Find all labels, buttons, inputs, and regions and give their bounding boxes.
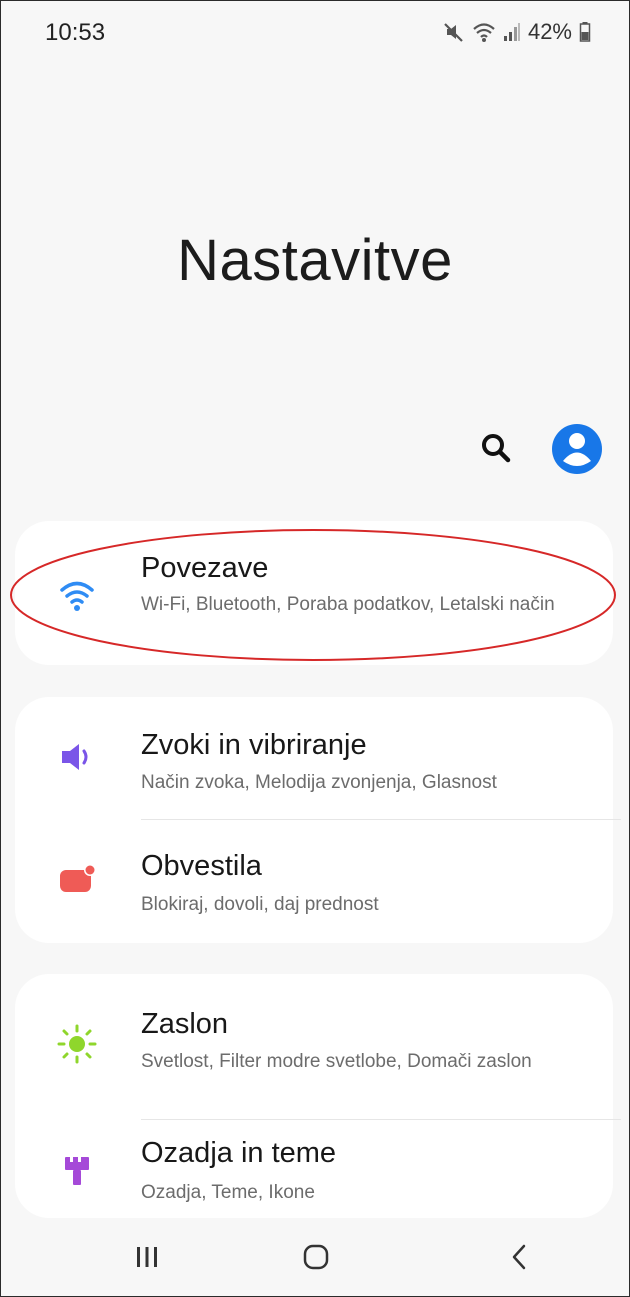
status-icons: 42%: [443, 19, 591, 45]
settings-item-themes[interactable]: Ozadja in teme Ozadja, Teme, Ikone: [15, 1120, 613, 1218]
search-icon: [482, 434, 511, 463]
connections-card: Povezave Wi-Fi, Bluetooth, Poraba podatk…: [15, 521, 613, 665]
volume-icon: [57, 737, 97, 777]
home-icon: [303, 1244, 329, 1270]
back-button[interactable]: [489, 1234, 549, 1280]
mute-icon: [443, 21, 465, 43]
phone-screen: 10:53 42% Nastavitve Povezave Wi-Fi, Blu…: [0, 0, 630, 1297]
settings-item-title: Ozadja in teme: [141, 1137, 337, 1169]
status-bar: 10:53 42%: [1, 19, 629, 55]
settings-item-sounds[interactable]: Zvoki in vibriranje Način zvoka, Melodij…: [15, 697, 613, 819]
settings-item-subtitle: Wi-Fi, Bluetooth, Poraba podatkov, Letal…: [141, 594, 555, 615]
settings-item-subtitle: Blokiraj, dovoli, daj prednost: [141, 894, 379, 915]
search-button[interactable]: [475, 427, 517, 469]
settings-item-subtitle: Svetlost, Filter modre svetlobe, Domači …: [141, 1051, 532, 1072]
settings-item-title: Zvoki in vibriranje: [141, 729, 367, 761]
recents-button[interactable]: [117, 1234, 177, 1280]
wifi-status-icon: [472, 21, 496, 43]
recents-icon: [137, 1247, 157, 1267]
settings-item-title: Zaslon: [141, 1008, 229, 1040]
back-icon: [512, 1244, 526, 1270]
navigation-bar: [1, 1220, 629, 1296]
settings-item-title: Obvestila: [141, 850, 262, 882]
brush-icon: [57, 1152, 97, 1192]
battery-text: 42%: [527, 19, 572, 44]
settings-item-subtitle: Način zvoka, Melodija zvonjenja, Glasnos…: [141, 772, 497, 793]
home-button[interactable]: [286, 1234, 346, 1280]
account-button[interactable]: [549, 421, 605, 477]
settings-item-notifications[interactable]: Obvestila Blokiraj, dovoli, daj prednost: [15, 820, 613, 943]
account-icon: [552, 424, 602, 474]
settings-item-display[interactable]: Zaslon Svetlost, Filter modre svetlobe, …: [15, 974, 613, 1094]
status-time: 10:53: [45, 19, 106, 46]
page-title: Nastavitve: [177, 228, 453, 293]
sound-notifications-card: Zvoki in vibriranje Način zvoka, Melodij…: [15, 697, 621, 943]
settings-item-connections[interactable]: Povezave Wi-Fi, Bluetooth, Poraba podatk…: [15, 521, 613, 665]
display-card: Zaslon Svetlost, Filter modre svetlobe, …: [15, 974, 621, 1218]
brightness-icon: [57, 1024, 97, 1064]
wifi-icon: [57, 577, 97, 617]
signal-icon: [503, 22, 521, 42]
notification-icon: [57, 861, 97, 901]
settings-item-subtitle: Ozadja, Teme, Ikone: [141, 1182, 315, 1203]
battery-icon: [579, 21, 591, 43]
settings-item-title: Povezave: [141, 552, 269, 584]
